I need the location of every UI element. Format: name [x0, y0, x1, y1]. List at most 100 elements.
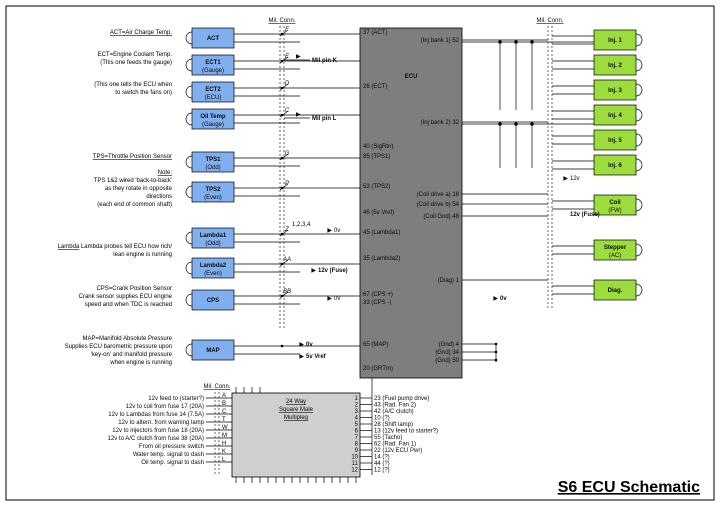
- sensor-ect2: ECT2(ECU): [186, 82, 360, 102]
- svg-text:12v: 12v: [570, 176, 580, 182]
- svg-text:(Coil drive a) 18: (Coil drive a) 18: [417, 192, 460, 198]
- svg-text:(each end of common shaft): (each end of common shaft): [97, 202, 172, 208]
- svg-text:Inj. 1: Inj. 1: [608, 38, 622, 44]
- svg-text:▶: ▶: [299, 342, 304, 348]
- svg-text:Stepper: Stepper: [604, 245, 627, 251]
- svg-text:12v feed to (starter?): 12v feed to (starter?): [148, 396, 204, 402]
- svg-text:TPS=Throttle Position Sensor: TPS=Throttle Position Sensor: [93, 154, 172, 160]
- svg-text:12 (?): 12 (?): [374, 468, 390, 474]
- svg-text:(Coil drive b) 54: (Coil drive b) 54: [417, 202, 460, 208]
- svg-text:(Gauge): (Gauge): [202, 122, 224, 128]
- multiplug-block: 24 Way Square Male Multipleg: [232, 387, 360, 483]
- svg-text:14 (?): 14 (?): [374, 455, 390, 461]
- svg-text:Diag.: Diag.: [608, 288, 623, 294]
- svg-text:when engine is running: when engine is running: [109, 360, 172, 366]
- svg-text:12v to A/C clutch from fuse 38: 12v to A/C clutch from fuse 38 (20A): [108, 436, 204, 442]
- svg-text:Lambda2: Lambda2: [200, 263, 227, 269]
- svg-text:Mil pin L: Mil pin L: [312, 116, 337, 122]
- svg-text:43 (Rad. Fan 2): 43 (Rad. Fan 2): [374, 403, 416, 409]
- svg-text:A: A: [222, 393, 226, 399]
- svg-text:23 (Fuel pump drive): 23 (Fuel pump drive): [374, 396, 429, 402]
- svg-text:directions: directions: [146, 194, 172, 200]
- svg-text:40 (SigRtn): 40 (SigRtn): [363, 144, 393, 150]
- mil-pin-k: ▶ Mil pin K: [284, 54, 338, 64]
- svg-text:(Odd): (Odd): [205, 241, 220, 247]
- sensor-tps1: TPS1 (Odd): [186, 152, 360, 172]
- svg-text:T: T: [222, 417, 226, 423]
- svg-text:'key-on' and manifold pressure: 'key-on' and manifold pressure: [91, 352, 173, 358]
- svg-text:45 (Lambda1): 45 (Lambda1): [363, 230, 400, 236]
- mil-pin-l: ▶ Mil pin L: [284, 112, 337, 122]
- svg-text:Square Male: Square Male: [279, 407, 314, 413]
- svg-text:Inj. 4: Inj. 4: [608, 113, 622, 119]
- svg-text:26 (ECT): 26 (ECT): [363, 84, 387, 90]
- svg-text:Mil. Conn.: Mil. Conn.: [203, 384, 230, 390]
- svg-text:Lambda1: Lambda1: [200, 233, 227, 239]
- svg-text:12v to injectors from fuse 18: 12v to injectors from fuse 18 (20A): [112, 428, 204, 434]
- output-stepper: Stepper (AC): [552, 240, 642, 260]
- svg-text:▶: ▶: [327, 296, 332, 302]
- svg-text:Water temp. signal to dash: Water temp. signal to dash: [133, 452, 204, 458]
- svg-text:35 (Lambda2): 35 (Lambda2): [363, 256, 400, 262]
- notes-left: ACT=Air Charge Temp. ECT=Engine Coolant …: [58, 30, 173, 366]
- svg-text:55 (Tacho): 55 (Tacho): [374, 435, 402, 441]
- svg-text:Coil: Coil: [609, 200, 621, 206]
- svg-text:13 (12v feed to starter?): 13 (12v feed to starter?): [374, 429, 438, 435]
- svg-text:Inj. 5: Inj. 5: [608, 138, 622, 144]
- svg-text:▶: ▶: [296, 54, 301, 60]
- svg-text:12v (Fuse): 12v (Fuse): [318, 268, 348, 274]
- svg-text:12: 12: [351, 468, 358, 474]
- svg-text:TPS 1&2 wired 'back-to-back': TPS 1&2 wired 'back-to-back': [94, 178, 172, 184]
- svg-text:AA: AA: [282, 257, 291, 263]
- svg-text:12v to Lambdas from fuse 14 (7: 12v to Lambdas from fuse 14 (7.5A): [108, 412, 204, 418]
- svg-text:0v: 0v: [306, 342, 313, 348]
- svg-text:Supplies ECU barometric pressu: Supplies ECU barometric pressure upon: [65, 344, 172, 350]
- output-inj-2: Inj. 2: [552, 55, 642, 75]
- svg-text:12v (Fuse): 12v (Fuse): [570, 212, 600, 218]
- svg-text:53 (TPS2): 53 (TPS2): [363, 184, 390, 190]
- svg-text:28 (Shift lamp): 28 (Shift lamp): [374, 422, 413, 428]
- svg-text:(AC): (AC): [609, 253, 621, 259]
- svg-text:10: 10: [351, 455, 358, 461]
- svg-text:(Even): (Even): [204, 195, 222, 201]
- svg-text:24 Way: 24 Way: [286, 399, 306, 405]
- svg-text:Lambda Lambda probes tell ECU: Lambda Lambda probes tell ECU how rich/: [58, 244, 173, 250]
- svg-text:65 (MAP): 65 (MAP): [363, 342, 388, 348]
- svg-text:M: M: [222, 433, 227, 439]
- svg-text:TPS1: TPS1: [205, 157, 221, 163]
- svg-text:ECT1: ECT1: [205, 60, 221, 66]
- svg-text:(Inj bank 1) 52: (Inj bank 1) 52: [421, 38, 460, 44]
- svg-text:(Coil Gnd) 48: (Coil Gnd) 48: [423, 214, 459, 220]
- svg-text:Inj. 2: Inj. 2: [608, 63, 622, 69]
- svg-text:ECT2: ECT2: [205, 87, 221, 93]
- svg-text:MAP=Manifold Absolute Pressure: MAP=Manifold Absolute Pressure: [82, 336, 172, 342]
- svg-text:(This one tells the ECU when: (This one tells the ECU when: [94, 82, 172, 88]
- svg-text:67 (CPS +): 67 (CPS +): [363, 292, 393, 298]
- svg-text:to switch the fans on): to switch the fans on): [115, 90, 172, 96]
- svg-text:0v: 0v: [334, 296, 340, 302]
- sensor-act: ACT: [186, 28, 360, 48]
- svg-text:20 (GRTrn): 20 (GRTrn): [363, 366, 393, 372]
- svg-text:85 (TPS1): 85 (TPS1): [363, 154, 390, 160]
- svg-text:37 (ACT): 37 (ACT): [363, 30, 387, 36]
- output-inj-5: Inj. 5: [552, 130, 642, 150]
- svg-text:(Odd): (Odd): [205, 165, 220, 171]
- svg-text:5v Vref: 5v Vref: [306, 354, 327, 360]
- svg-text:ECT=Engine Coolant Temp.: ECT=Engine Coolant Temp.: [98, 52, 173, 58]
- output-inj-1: Inj. 1: [552, 30, 642, 50]
- svg-text:Note:: Note:: [158, 170, 173, 176]
- svg-text:H: H: [222, 441, 226, 447]
- svg-text:Mil. Conn.: Mil. Conn.: [536, 18, 563, 24]
- diagram-title: S6 ECU Schematic: [558, 479, 700, 496]
- svg-text:(Gnd) 4: (Gnd) 4: [439, 342, 460, 348]
- svg-text:ACT=Air Charge Temp.: ACT=Air Charge Temp.: [110, 30, 172, 36]
- svg-text:Mil. Conn.: Mil. Conn.: [268, 18, 295, 24]
- svg-text:Crank sensor supplies ECU engi: Crank sensor supplies ECU engine: [79, 294, 173, 300]
- svg-text:▶: ▶: [327, 228, 332, 234]
- svg-text:0v: 0v: [500, 296, 507, 302]
- svg-text:Inj. 3: Inj. 3: [608, 88, 622, 94]
- svg-text:speed and when TDC is reached: speed and when TDC is reached: [85, 302, 172, 308]
- svg-text:(This one feeds the gauge): (This one feeds the gauge): [100, 60, 172, 66]
- svg-text:BB: BB: [283, 289, 291, 295]
- svg-text:44 (?): 44 (?): [374, 461, 390, 467]
